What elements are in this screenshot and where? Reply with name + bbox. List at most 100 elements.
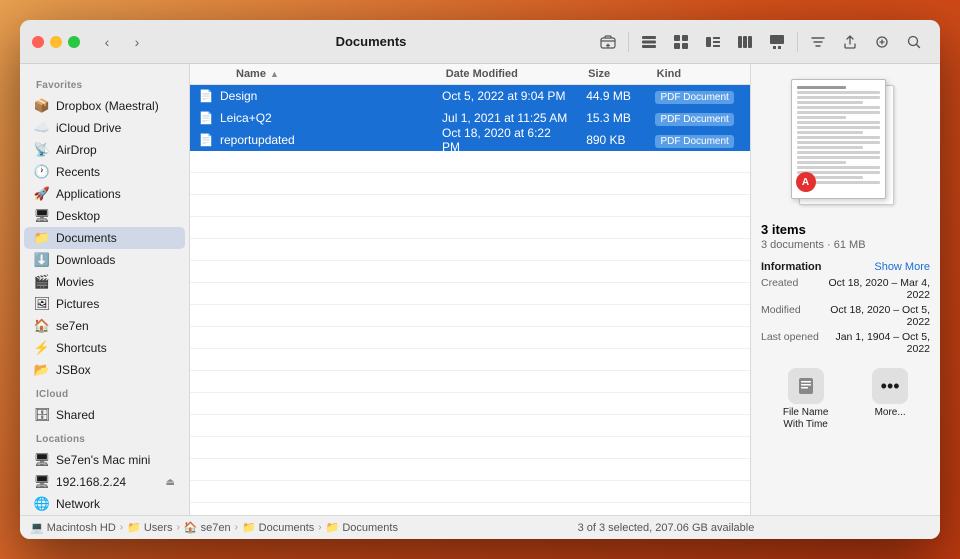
info-section-title: Information Show More <box>761 261 930 273</box>
tags-icon[interactable] <box>868 28 896 56</box>
doc-badge-icon: A <box>796 172 816 192</box>
sidebar-item-pictures[interactable]: 🖼Pictures <box>24 293 185 315</box>
file-size: 890 KB <box>578 133 647 147</box>
file-row-reportupdated[interactable]: 📄 reportupdated Oct 18, 2020 at 6:22 PM … <box>190 129 750 151</box>
search-icon[interactable] <box>900 28 928 56</box>
sidebar-item-desktop[interactable]: 🖥Desktop <box>24 205 185 227</box>
sidebar-item-label: Recents <box>56 165 100 179</box>
empty-row <box>190 349 750 371</box>
sidebar-item-applications[interactable]: 🚀Applications <box>24 183 185 205</box>
sidebar-item-shortcuts[interactable]: ⚡Shortcuts <box>24 337 185 359</box>
breadcrumb-label: Documents <box>342 522 398 534</box>
sidebar-item-label: Shortcuts <box>56 341 107 355</box>
new-folder-icon[interactable] <box>594 28 622 56</box>
preview-panel: A 3 items 3 documents · 61 MB Informatio… <box>750 64 940 515</box>
preview-document: A <box>791 79 901 209</box>
view-column-icon[interactable] <box>731 28 759 56</box>
file-kind: PDF Document <box>647 89 750 103</box>
doc-line <box>797 121 880 124</box>
shared-icon: 🗄 <box>34 407 50 423</box>
sidebar-item-label: Shared <box>56 408 95 422</box>
empty-row <box>190 195 750 217</box>
breadcrumb-documents2[interactable]: 📁 Documents <box>326 521 398 534</box>
empty-row <box>190 305 750 327</box>
minimize-button[interactable] <box>50 36 62 48</box>
view-icon-icon[interactable] <box>667 28 695 56</box>
col-kind-header[interactable]: Kind <box>649 68 750 80</box>
empty-row <box>190 151 750 173</box>
file-name-cell: 📄 Design <box>190 88 434 104</box>
sort-icon[interactable] <box>804 28 832 56</box>
modified-label: Modified <box>761 304 801 328</box>
empty-row <box>190 283 750 305</box>
sidebar-item-dropbox[interactable]: 📦Dropbox (Maestral) <box>24 95 185 117</box>
action-filename-time[interactable]: File NameWith Time <box>783 368 829 431</box>
macintosh-icon: 💻 <box>30 521 44 534</box>
action2-label: More... <box>875 407 906 418</box>
sidebar-item-downloads[interactable]: ⬇️Downloads <box>24 249 185 271</box>
sidebar-item-shared[interactable]: 🗄 Shared <box>24 404 185 426</box>
file-row-design[interactable]: 📄 Design Oct 5, 2022 at 9:04 PM 44.9 MB … <box>190 85 750 107</box>
window-title: Documents <box>156 34 586 49</box>
breadcrumb-users[interactable]: 📁 Users <box>127 521 172 534</box>
doc-line <box>797 131 863 134</box>
sidebar-item-se7en[interactable]: 🏠se7en <box>24 315 185 337</box>
sidebar-section-label: Favorites <box>20 72 189 95</box>
sidebar-item-label: AirDrop <box>56 143 97 157</box>
sidebar-item-icloud-drive[interactable]: ☁️ iCloud Drive <box>24 117 185 139</box>
preview-item-desc: 3 documents · 61 MB <box>761 239 930 251</box>
share-icon[interactable] <box>836 28 864 56</box>
breadcrumb-documents[interactable]: 📁 Documents <box>242 521 314 534</box>
titlebar: ‹ › Documents <box>20 20 940 64</box>
doc-line <box>797 141 880 144</box>
sidebar-item-recents[interactable]: 🕐Recents <box>24 161 185 183</box>
icloud-drive-icon: ☁️ <box>34 120 50 136</box>
sort-arrow-icon: ▲ <box>270 69 279 79</box>
view-gallery-icon[interactable] <box>763 28 791 56</box>
traffic-lights <box>32 36 80 48</box>
sidebar-item-documents[interactable]: 📁Documents <box>24 227 185 249</box>
close-button[interactable] <box>32 36 44 48</box>
sidebar-item-jsbox[interactable]: 📂JSBox <box>24 359 185 381</box>
file-date: Jul 1, 2021 at 11:25 AM <box>434 111 578 125</box>
forward-button[interactable]: › <box>126 31 148 53</box>
statusbar: 💻 Macintosh HD › 📁 Users › 🏠 se7en › 📁 D… <box>20 515 940 539</box>
file-list: 📄 Design Oct 5, 2022 at 9:04 PM 44.9 MB … <box>190 85 750 515</box>
view-list-icon[interactable] <box>635 28 663 56</box>
breadcrumb-label: Users <box>144 522 173 534</box>
back-button[interactable]: ‹ <box>96 31 118 53</box>
maximize-button[interactable] <box>68 36 80 48</box>
network-ip-icon: 🖥 <box>34 474 50 490</box>
applications-icon: 🚀 <box>34 186 50 202</box>
doc-line <box>797 146 863 149</box>
breadcrumb-macintosh[interactable]: 💻 Macintosh HD <box>30 521 116 534</box>
breadcrumb-label: se7en <box>201 522 231 534</box>
sidebar-item-network-ip[interactable]: 🖥192.168.2.24⏏ <box>24 471 185 493</box>
col-size-header[interactable]: Size <box>580 68 649 80</box>
view-detail-icon[interactable] <box>699 28 727 56</box>
documents-icon: 📁 <box>34 230 50 246</box>
action-more[interactable]: ••• More... <box>872 368 908 431</box>
show-more-button[interactable]: Show More <box>874 261 930 273</box>
breadcrumb-label: Documents <box>259 522 315 534</box>
file-date: Oct 5, 2022 at 9:04 PM <box>434 89 578 103</box>
documents-folder-icon: 📁 <box>242 521 256 534</box>
sidebar-item-label: iCloud Drive <box>56 121 121 135</box>
last-opened-label: Last opened <box>761 331 819 355</box>
dropbox-icon: 📦 <box>34 98 50 114</box>
doc-line <box>797 161 847 164</box>
sidebar-item-airdrop[interactable]: 📡AirDrop <box>24 139 185 161</box>
sidebar-item-network[interactable]: 🌐Network <box>24 493 185 515</box>
breadcrumb-se7en[interactable]: 🏠 se7en <box>184 521 231 534</box>
filename-time-icon <box>788 368 824 404</box>
doc-line <box>797 111 880 114</box>
col-name-header[interactable]: Name ▲ <box>190 68 438 80</box>
sidebar-item-mac-mini[interactable]: 🖥Se7en's Mac mini <box>24 449 185 471</box>
empty-row <box>190 481 750 503</box>
file-icon: 📄 <box>198 88 214 104</box>
col-date-header[interactable]: Date Modified <box>438 68 580 80</box>
file-name: Leica+Q2 <box>220 111 272 125</box>
sidebar-item-movies[interactable]: 🎬Movies <box>24 271 185 293</box>
movies-icon: 🎬 <box>34 274 50 290</box>
eject-icon[interactable]: ⏏ <box>166 477 175 488</box>
